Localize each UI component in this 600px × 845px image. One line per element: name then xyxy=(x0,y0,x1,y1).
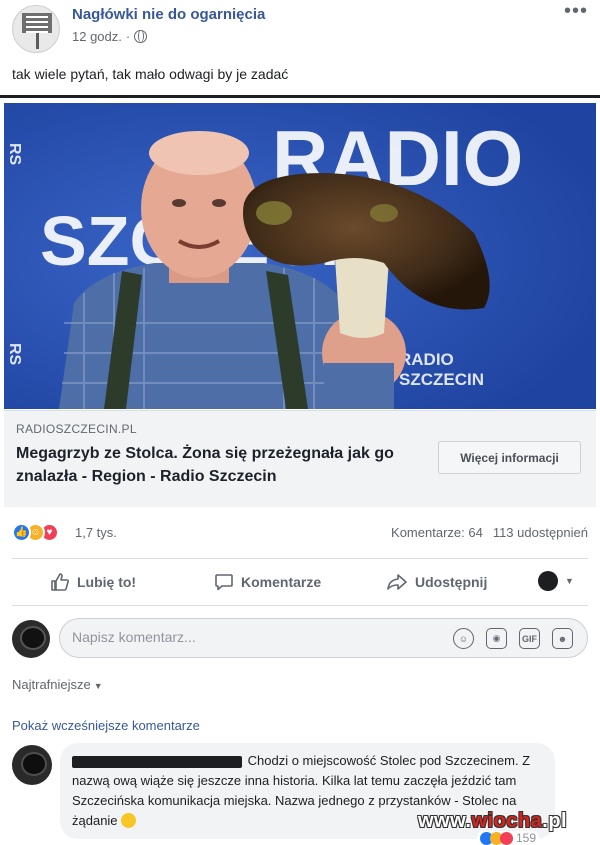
profile-mini-avatar-icon xyxy=(538,571,558,591)
post-actions: Lubię to! Komentarze Udostępnij ▼ xyxy=(12,558,588,606)
caret-down-icon: ▼ xyxy=(565,576,574,586)
like-button[interactable]: Lubię to! xyxy=(50,572,136,592)
link-preview-card[interactable]: RADIO SZCZECIN RS RS RADIO SZCZECIN xyxy=(0,95,600,509)
camera-icon[interactable]: ◉ xyxy=(486,628,507,649)
globe-icon xyxy=(134,30,148,43)
share-arrow-icon xyxy=(387,574,407,590)
redacted-author-name xyxy=(72,755,242,768)
commenter-avatar[interactable] xyxy=(12,745,52,785)
post-meta: 12 godz. · xyxy=(72,29,148,44)
show-previous-comments-link[interactable]: Pokaż wcześniejsze komentarze xyxy=(12,718,200,733)
comment-button[interactable]: Komentarze xyxy=(214,572,321,592)
svg-text:RS: RS xyxy=(6,343,23,366)
react-as-selector[interactable]: ▼ xyxy=(538,571,574,591)
more-info-button[interactable]: Więcej informacji xyxy=(438,441,581,474)
comment-label: Komentarze xyxy=(241,574,322,590)
love-icon xyxy=(500,831,513,845)
gif-icon[interactable]: GIF xyxy=(519,628,540,649)
sort-label: Najtrafniejsze xyxy=(12,677,91,692)
reaction-icons[interactable]: 👍 ☺ ♥ xyxy=(12,523,59,542)
comment-composer: ☺ ◉ GIF ☻ xyxy=(12,618,588,660)
svg-text:RADIO: RADIO xyxy=(399,350,454,369)
page-avatar[interactable] xyxy=(12,5,60,53)
link-preview-image[interactable]: RADIO SZCZECIN RS RS RADIO SZCZECIN xyxy=(4,103,596,409)
link-info[interactable]: RADIOSZCZECIN.PL Megagrzyb ze Stolca. Żo… xyxy=(4,410,596,507)
comment-reaction-count: 159 xyxy=(516,831,537,845)
radio-studio-photo: RADIO SZCZECIN RS RS RADIO SZCZECIN xyxy=(4,103,596,409)
share-count[interactable]: 113 udostępnień xyxy=(493,525,588,540)
svg-text:SZCZECIN: SZCZECIN xyxy=(399,370,484,389)
caret-down-icon: ▼ xyxy=(93,681,103,691)
post-text: tak wiele pytań, tak mało odwagi by je z… xyxy=(12,66,289,82)
emoji-icon[interactable]: ☺ xyxy=(453,628,474,649)
post-time[interactable]: 12 godz. xyxy=(72,29,122,44)
like-label: Lubię to! xyxy=(77,574,137,590)
link-domain: RADIOSZCZECIN.PL xyxy=(16,422,137,436)
current-user-avatar[interactable] xyxy=(12,620,50,658)
more-dots-icon[interactable]: ••• xyxy=(564,0,588,23)
sticker-icon[interactable]: ☻ xyxy=(552,628,573,649)
comment-bubble-icon xyxy=(215,574,233,591)
comment-count[interactable]: Komentarze: 64 xyxy=(391,525,483,540)
watermark: www.wiocha.pl xyxy=(418,810,568,832)
svg-text:RS: RS xyxy=(6,143,23,166)
smile-emoji-icon xyxy=(120,813,136,828)
thumbs-up-icon xyxy=(51,573,69,591)
comment-input-box[interactable]: ☺ ◉ GIF ☻ xyxy=(59,618,588,658)
comment-reactions[interactable]: 159 xyxy=(477,831,540,845)
share-button[interactable]: Udostępnij xyxy=(386,572,487,592)
reaction-count[interactable]: 1,7 tys. xyxy=(75,525,117,540)
post-header: Nagłówki nie do ogarnięcia 12 godz. · ••… xyxy=(0,0,600,58)
page-name-link[interactable]: Nagłówki nie do ogarnięcia xyxy=(72,6,265,23)
link-title[interactable]: Megagrzyb ze Stolca. Żona się przeżegnał… xyxy=(16,442,426,488)
like-icon: 👍 xyxy=(12,523,31,542)
reactions-bar: 👍 ☺ ♥ 1,7 tys. Komentarze: 64 113 udostę… xyxy=(12,523,588,545)
comment-input[interactable] xyxy=(72,629,432,645)
share-label: Udostępnij xyxy=(415,574,488,590)
comment-sort-dropdown[interactable]: Najtrafniejsze ▼ xyxy=(12,677,103,692)
